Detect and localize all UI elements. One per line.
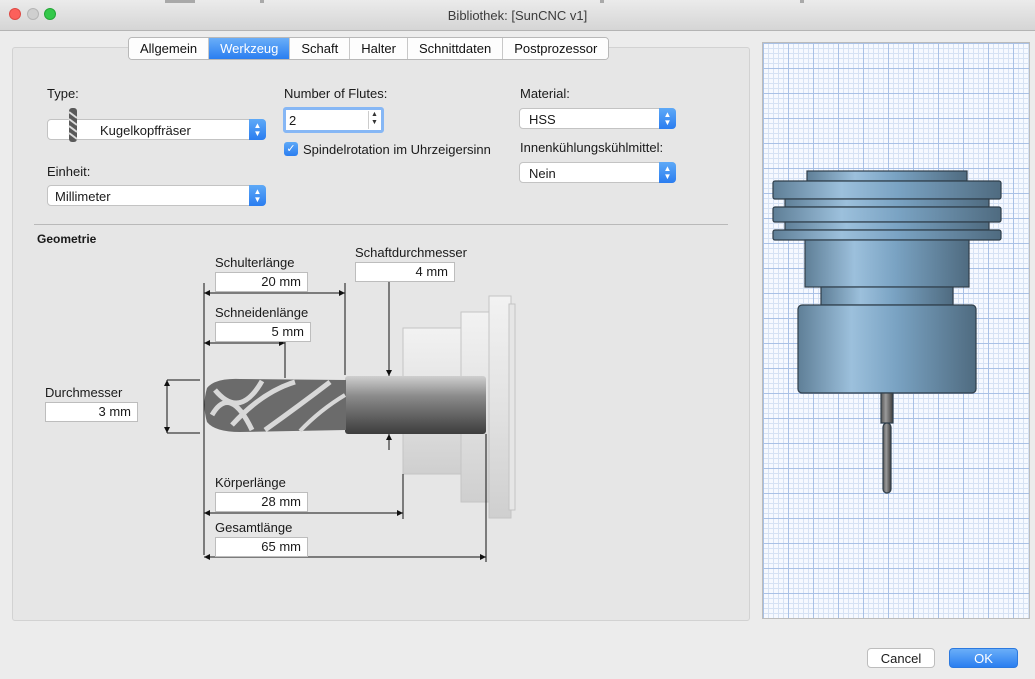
koerperlaenge-field[interactable]: 28 mm	[215, 492, 308, 512]
gesamtlaenge-label: Gesamtlänge	[215, 520, 293, 535]
schaftdurchmesser-field[interactable]: 4 mm	[355, 262, 455, 282]
toolbar-remnant	[800, 0, 804, 3]
koerperlaenge-label: Körperlänge	[215, 475, 286, 490]
end-mill-drawing	[204, 376, 486, 434]
ok-button[interactable]: OK	[949, 648, 1018, 668]
schulterlaenge-field[interactable]: 20 mm	[215, 272, 308, 292]
cancel-button[interactable]: Cancel	[867, 648, 935, 668]
durchmesser-field[interactable]: 3 mm	[45, 402, 138, 422]
durchmesser-label: Durchmesser	[45, 385, 123, 400]
tool-geometry-diagram	[164, 281, 516, 562]
schneidenlaenge-label: Schneidenlänge	[215, 305, 309, 320]
schaftdurchmesser-label: Schaftdurchmesser	[355, 245, 467, 260]
schneidenlaenge-field[interactable]: 5 mm	[215, 322, 311, 342]
tool-holder-3d-render	[772, 170, 1002, 494]
schulterlaenge-label: Schulterlänge	[215, 255, 295, 270]
gesamtlaenge-field[interactable]: 65 mm	[215, 537, 308, 557]
tool-3d-preview[interactable]	[762, 42, 1030, 619]
